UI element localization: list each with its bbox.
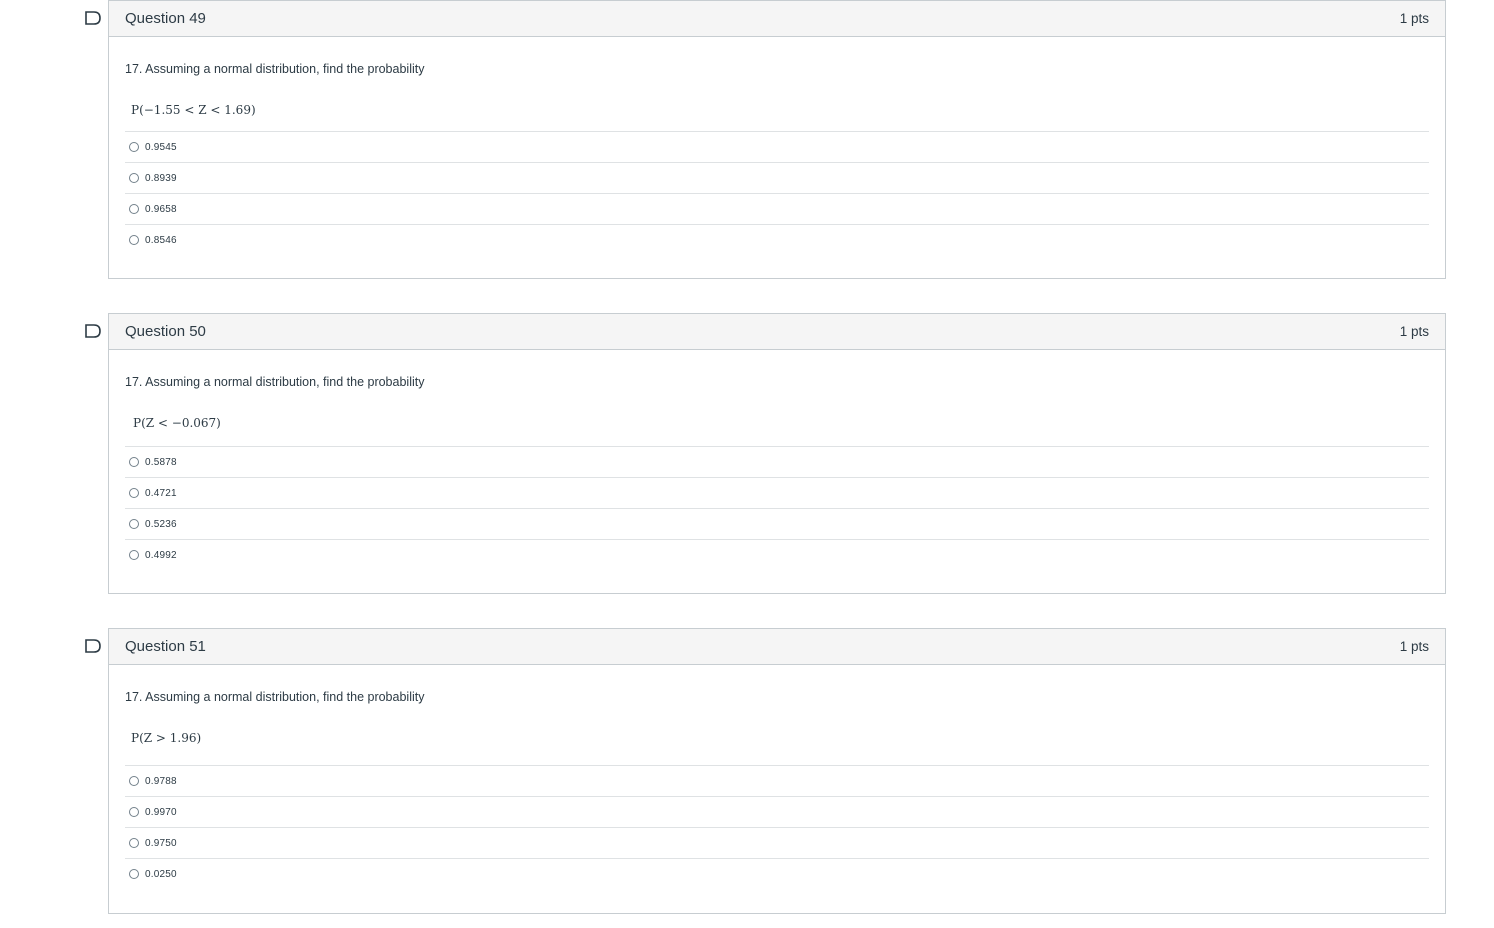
answer-label: 0.5878 (145, 456, 177, 468)
question-body: 17. Assuming a normal distribution, find… (109, 665, 1445, 905)
answer-label: 0.9545 (145, 141, 177, 153)
question-header: Question 51 1 pts (109, 629, 1445, 665)
answer-label: 0.5236 (145, 518, 177, 530)
question-body: 17. Assuming a normal distribution, find… (109, 37, 1445, 271)
question-header: Question 50 1 pts (109, 314, 1445, 350)
question-text: 17. Assuming a normal distribution, find… (125, 62, 425, 76)
question-formula: P(Z < −0.067) (133, 416, 221, 430)
question-points: 1 pts (1399, 324, 1429, 339)
answer-option[interactable]: 0.9970 (125, 796, 1429, 827)
answer-option[interactable]: 0.9750 (125, 827, 1429, 858)
question-49: Question 49 1 pts 17. Assuming a normal … (85, 0, 1446, 279)
answer-option[interactable]: 0.8939 (125, 162, 1429, 193)
question-formula: P(−1.55 < Z < 1.69) (131, 103, 256, 117)
question-title: Question 49 (125, 10, 206, 27)
question-text: 17. Assuming a normal distribution, find… (125, 375, 425, 389)
radio-circle-icon[interactable] (129, 807, 139, 817)
radio-circle-icon[interactable] (129, 869, 139, 879)
radio-circle-icon[interactable] (129, 776, 139, 786)
answer-option[interactable]: 0.9788 (125, 765, 1429, 796)
question-title: Question 50 (125, 323, 206, 340)
radio-circle-icon[interactable] (129, 142, 139, 152)
question-title: Question 51 (125, 638, 206, 655)
answer-option[interactable]: 0.9658 (125, 193, 1429, 224)
radio-circle-icon[interactable] (129, 235, 139, 245)
radio-circle-icon[interactable] (129, 550, 139, 560)
question-points: 1 pts (1399, 639, 1429, 654)
answer-label: 0.4992 (145, 549, 177, 561)
flag-question-icon[interactable] (85, 639, 101, 653)
radio-circle-icon[interactable] (129, 173, 139, 183)
radio-circle-icon[interactable] (129, 204, 139, 214)
radio-circle-icon[interactable] (129, 519, 139, 529)
answer-label: 0.8939 (145, 172, 177, 184)
answer-label: 0.0250 (145, 868, 177, 880)
answer-label: 0.9788 (145, 775, 177, 787)
answer-option[interactable]: 0.4992 (125, 539, 1429, 570)
answer-option[interactable]: 0.4721 (125, 477, 1429, 508)
radio-circle-icon[interactable] (129, 838, 139, 848)
question-body: 17. Assuming a normal distribution, find… (109, 350, 1445, 586)
flag-question-icon[interactable] (85, 324, 101, 338)
question-points: 1 pts (1399, 11, 1429, 26)
answer-list: 0.9788 0.9970 0.9750 0.0250 (125, 765, 1429, 905)
answer-option[interactable]: 0.8546 (125, 224, 1429, 255)
radio-circle-icon[interactable] (129, 457, 139, 467)
answer-label: 0.8546 (145, 234, 177, 246)
question-text: 17. Assuming a normal distribution, find… (125, 690, 425, 704)
question-header: Question 49 1 pts (109, 1, 1445, 37)
answer-option[interactable]: 0.0250 (125, 858, 1429, 889)
answer-list: 0.9545 0.8939 0.9658 0.8546 (125, 131, 1429, 271)
answer-label: 0.4721 (145, 487, 177, 499)
answer-option[interactable]: 0.5878 (125, 446, 1429, 477)
answer-option[interactable]: 0.5236 (125, 508, 1429, 539)
radio-circle-icon[interactable] (129, 488, 139, 498)
question-51: Question 51 1 pts 17. Assuming a normal … (85, 628, 1446, 914)
flag-question-icon[interactable] (85, 11, 101, 25)
answer-list: 0.5878 0.4721 0.5236 0.4992 (125, 446, 1429, 586)
answer-option[interactable]: 0.9545 (125, 131, 1429, 162)
answer-label: 0.9658 (145, 203, 177, 215)
question-50: Question 50 1 pts 17. Assuming a normal … (85, 313, 1446, 594)
question-formula: P(Z > 1.96) (131, 731, 202, 745)
answer-label: 0.9750 (145, 837, 177, 849)
answer-label: 0.9970 (145, 806, 177, 818)
